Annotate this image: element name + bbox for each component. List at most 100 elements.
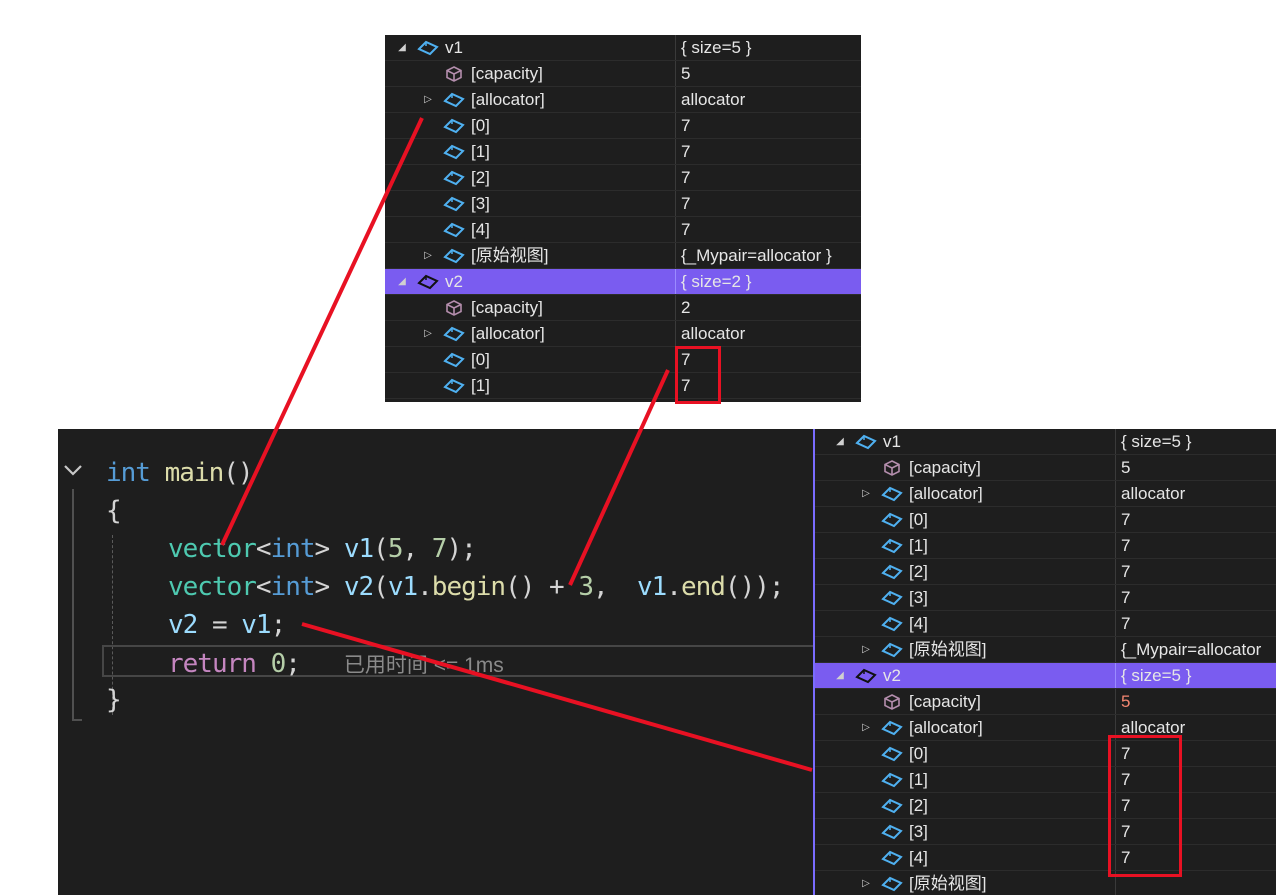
watch-value[interactable]: {_Mypair=allocator bbox=[1115, 637, 1276, 662]
watch-row[interactable]: ◢ v1 { size=5 } bbox=[815, 429, 1276, 455]
expand-triangle-icon[interactable]: ▷ bbox=[860, 637, 872, 662]
watch-panel-before[interactable]: ◢ v1 { size=5 } [capacity] 5 ▷ [allocato… bbox=[385, 35, 861, 402]
watch-row[interactable]: [1] 7 bbox=[815, 533, 1276, 559]
highlight-box-bottom bbox=[1108, 735, 1182, 877]
punct: < bbox=[255, 534, 272, 564]
watch-row[interactable]: ▷ [原始视图] {_Mypair=allocator bbox=[815, 637, 1276, 663]
watch-row[interactable]: [capacity] 5 bbox=[385, 61, 861, 87]
watch-value[interactable]: 7 bbox=[1115, 585, 1276, 610]
punct: . bbox=[417, 572, 433, 602]
type: vector bbox=[168, 572, 257, 602]
watch-value[interactable]: { size=5 } bbox=[1115, 429, 1276, 454]
punct: . bbox=[666, 572, 682, 602]
watch-value[interactable]: 7 bbox=[1115, 507, 1276, 532]
watch-row[interactable]: [4] 7 bbox=[815, 845, 1276, 871]
variable-icon bbox=[881, 824, 903, 840]
code-line-7[interactable]: } bbox=[106, 681, 122, 719]
watch-row-selected[interactable]: ◢ v2 { size=5 } bbox=[815, 663, 1276, 689]
watch-name: [0] bbox=[909, 510, 928, 529]
watch-value[interactable]: 5 bbox=[1115, 455, 1276, 480]
watch-value[interactable]: 7 bbox=[675, 113, 861, 138]
watch-row[interactable]: ▷ [原始视图] {_Mypair=allocator } bbox=[385, 243, 861, 269]
variable-icon bbox=[881, 798, 903, 814]
watch-row[interactable]: [1] 7 bbox=[385, 373, 861, 399]
watch-row[interactable]: [1] 7 bbox=[385, 139, 861, 165]
watch-value[interactable]: 7 bbox=[675, 217, 861, 242]
code-line-3[interactable]: vector<int> v1(5, 7); bbox=[168, 530, 477, 568]
type: vector bbox=[168, 534, 257, 564]
variable-icon bbox=[881, 850, 903, 866]
watch-row[interactable]: ◢ v1 { size=5 } bbox=[385, 35, 861, 61]
watch-value[interactable]: 2 bbox=[675, 295, 861, 320]
expand-triangle-icon[interactable]: ▷ bbox=[422, 87, 434, 112]
watch-row-selected[interactable]: ◢ v2 { size=2 } bbox=[385, 269, 861, 295]
punct: < bbox=[255, 572, 272, 602]
code-editor[interactable]: int main() { vector<int> v1(5, 7); vecto… bbox=[58, 429, 818, 895]
watch-value[interactable]: 7 bbox=[675, 165, 861, 190]
punct: ( bbox=[373, 572, 389, 602]
watch-name: v1 bbox=[883, 432, 901, 451]
variable-icon bbox=[443, 378, 465, 394]
watch-value[interactable]: 7 bbox=[1115, 533, 1276, 558]
watch-row[interactable]: [0] 7 bbox=[815, 507, 1276, 533]
variable-icon bbox=[881, 772, 903, 788]
watch-row[interactable]: [3] 7 bbox=[815, 585, 1276, 611]
variable-icon bbox=[443, 248, 465, 264]
expand-triangle-icon[interactable]: ▷ bbox=[422, 321, 434, 346]
watch-value[interactable]: { size=2 } bbox=[675, 269, 861, 294]
watch-row[interactable]: [2] 7 bbox=[385, 165, 861, 191]
watch-value[interactable]: 7 bbox=[1115, 611, 1276, 636]
watch-row[interactable]: [3] 7 bbox=[815, 819, 1276, 845]
watch-row[interactable]: [0] 7 bbox=[385, 347, 861, 373]
watch-value[interactable]: { size=5 } bbox=[675, 35, 861, 60]
watch-row[interactable]: [0] 7 bbox=[385, 113, 861, 139]
collapse-triangle-icon[interactable]: ◢ bbox=[834, 429, 846, 454]
collapse-triangle-icon[interactable]: ◢ bbox=[396, 35, 408, 60]
watch-value[interactable]: 5 bbox=[675, 61, 861, 86]
expand-triangle-icon[interactable]: ▷ bbox=[860, 715, 872, 740]
watch-row[interactable]: ▷ [allocator] allocator bbox=[385, 87, 861, 113]
watch-value[interactable]: 7 bbox=[1115, 559, 1276, 584]
watch-panel-after[interactable]: ◢ v1 { size=5 } [capacity] 5 ▷ [allocato… bbox=[813, 429, 1276, 895]
collapse-triangle-icon[interactable]: ◢ bbox=[396, 269, 408, 294]
watch-value-changed[interactable]: 5 bbox=[1115, 689, 1276, 714]
watch-value[interactable]: 7 bbox=[675, 191, 861, 216]
code-line-4[interactable]: vector<int> v2(v1.begin() + 3, v1.end())… bbox=[168, 568, 785, 606]
collapse-triangle-icon[interactable]: ◢ bbox=[834, 663, 846, 688]
variable-icon bbox=[881, 876, 903, 892]
expand-triangle-icon[interactable]: ▷ bbox=[860, 871, 872, 895]
watch-row[interactable]: [3] 7 bbox=[385, 191, 861, 217]
watch-row[interactable]: ▷ [allocator] allocator bbox=[815, 715, 1276, 741]
watch-row[interactable]: [0] 7 bbox=[815, 741, 1276, 767]
watch-value[interactable]: { size=5 } bbox=[1115, 663, 1276, 688]
watch-row[interactable]: [capacity] 5 bbox=[815, 455, 1276, 481]
watch-value[interactable]: allocator bbox=[675, 87, 861, 112]
watch-row[interactable]: [capacity] 2 bbox=[385, 295, 861, 321]
function-name: main bbox=[164, 458, 225, 488]
watch-row[interactable]: [2] 7 bbox=[815, 559, 1276, 585]
watch-row[interactable]: [capacity] 5 bbox=[815, 689, 1276, 715]
expand-triangle-icon[interactable]: ▷ bbox=[422, 243, 434, 268]
expand-triangle-icon[interactable]: ▷ bbox=[860, 481, 872, 506]
watch-name: [allocator] bbox=[909, 718, 983, 737]
number: 7 bbox=[431, 534, 448, 564]
watch-row[interactable]: [4] 7 bbox=[385, 217, 861, 243]
watch-row[interactable]: ▷ [allocator] allocator bbox=[385, 321, 861, 347]
watch-value[interactable]: {_Mypair=allocator } bbox=[675, 243, 861, 268]
watch-row[interactable]: [2] 7 bbox=[815, 793, 1276, 819]
watch-row[interactable]: [1] 7 bbox=[815, 767, 1276, 793]
code-line-1[interactable]: int main() bbox=[106, 454, 254, 492]
watch-row[interactable]: [4] 7 bbox=[815, 611, 1276, 637]
watch-value[interactable]: allocator bbox=[1115, 481, 1276, 506]
chevron-down-icon[interactable] bbox=[62, 459, 84, 486]
punct: , bbox=[402, 534, 432, 564]
watch-row[interactable]: ▷ [allocator] allocator bbox=[815, 481, 1276, 507]
function-name: begin bbox=[431, 572, 506, 602]
code-line-5[interactable]: v2 = v1; bbox=[168, 606, 286, 644]
code-line-2[interactable]: { bbox=[106, 492, 122, 530]
code-line-6[interactable]: return 0; 已用时间 <= 1ms bbox=[168, 645, 504, 683]
watch-value[interactable]: 7 bbox=[675, 139, 861, 164]
property-icon bbox=[446, 66, 462, 82]
watch-row[interactable]: ▷ [原始视图] bbox=[815, 871, 1276, 895]
watch-value[interactable]: allocator bbox=[675, 321, 861, 346]
